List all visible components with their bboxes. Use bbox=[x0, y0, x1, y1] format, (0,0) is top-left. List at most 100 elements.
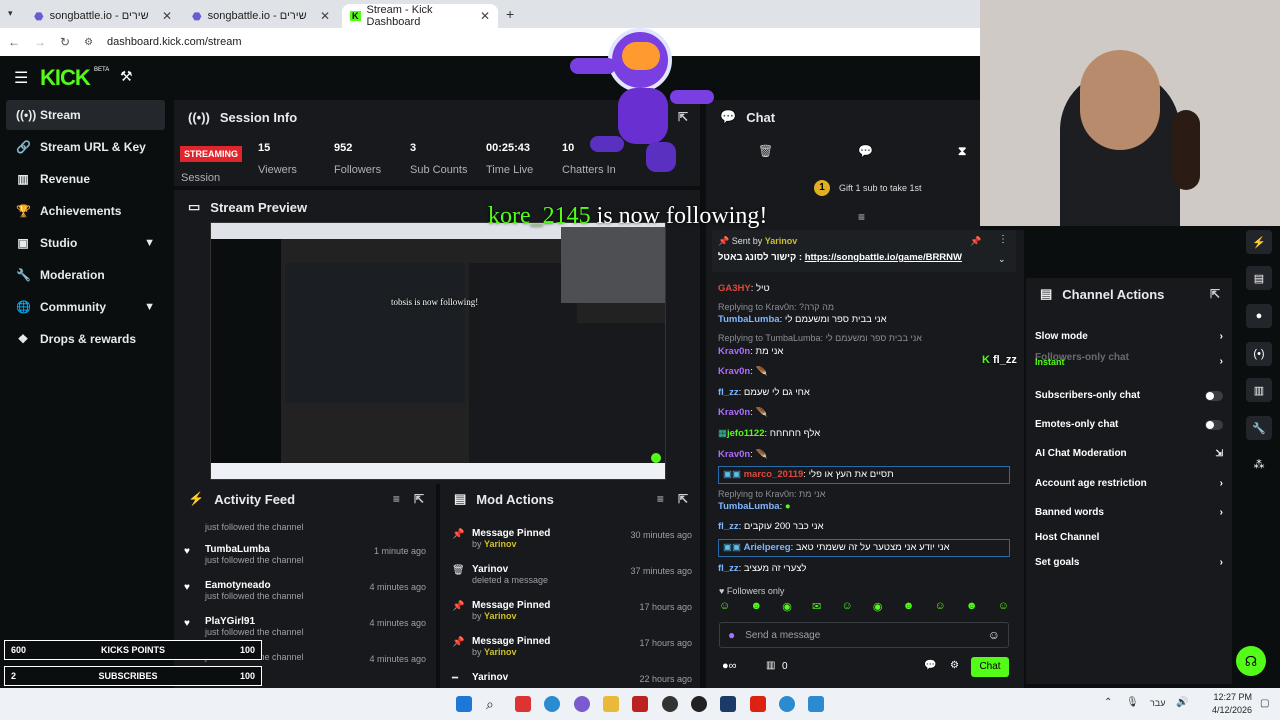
url-field[interactable]: dashboard.kick.com/stream bbox=[107, 36, 242, 48]
document-icon[interactable]: ▤ bbox=[1246, 266, 1272, 290]
gear-icon[interactable]: ⚙ bbox=[950, 660, 959, 671]
steam-icon[interactable] bbox=[720, 696, 736, 712]
emote-icon[interactable]: ☻ bbox=[903, 600, 915, 616]
chat-user[interactable]: TumbaLumba bbox=[718, 314, 780, 325]
chrome-icon[interactable] bbox=[779, 696, 795, 712]
search-icon[interactable]: ⌕ bbox=[486, 696, 494, 713]
more-icon[interactable]: ⋮ bbox=[998, 234, 1008, 245]
app-icon[interactable] bbox=[515, 696, 531, 712]
sidebar-item-achievements[interactable]: 🏆 Achievements bbox=[6, 196, 165, 226]
mic-icon[interactable]: 🎙 bbox=[1126, 697, 1139, 708]
filter-icon[interactable]: ≡ bbox=[657, 492, 664, 506]
chat-send-button[interactable]: Chat bbox=[971, 657, 1009, 677]
chat-user[interactable]: marco_20119 bbox=[744, 469, 804, 480]
new-tab-icon[interactable]: + bbox=[506, 6, 514, 22]
emote-icon[interactable]: ◉ bbox=[873, 600, 883, 616]
filter-icon[interactable]: ≡ bbox=[393, 492, 400, 506]
clock-time[interactable]: 12:27 PM bbox=[1212, 692, 1252, 702]
chat-user[interactable]: jefo1122 bbox=[727, 428, 765, 439]
lightning-icon[interactable]: ⚡ bbox=[1246, 230, 1272, 254]
sidebar-item-drops[interactable]: ❖ Drops & rewards bbox=[6, 324, 165, 354]
sidebar-item-studio[interactable]: ▣ Studio ▼ bbox=[6, 228, 165, 258]
sidebar-item-revenue[interactable]: ▥ Revenue bbox=[6, 164, 165, 194]
popout-icon[interactable]: ⇱ bbox=[414, 492, 424, 506]
kick-logo[interactable]: KICK bbox=[40, 65, 91, 91]
clock-date[interactable]: 4/12/2026 bbox=[1206, 705, 1252, 715]
browser-tab[interactable]: ⬣ songbattle.io - שירים ✕ bbox=[26, 4, 180, 28]
chat-bubble-icon[interactable]: 💬 bbox=[924, 660, 936, 671]
tray-chevron-icon[interactable]: ⌃ bbox=[1104, 697, 1112, 708]
notification-icon[interactable]: ▢ bbox=[1260, 698, 1269, 709]
emote-icon[interactable]: ◉ bbox=[782, 600, 792, 616]
volume-icon[interactable]: 🔊 bbox=[1176, 697, 1188, 708]
emote-icon[interactable]: ☺ bbox=[841, 600, 852, 616]
emoji-icon[interactable]: ☺ bbox=[988, 628, 1000, 642]
reload-icon[interactable]: ↻ bbox=[60, 35, 70, 49]
trash-icon[interactable]: 🗑 bbox=[758, 144, 773, 158]
mic-icon[interactable]: ● bbox=[728, 628, 735, 642]
stream-preview-video[interactable]: tobsis is now following! bbox=[210, 222, 666, 480]
hammer-icon[interactable]: ⚒ bbox=[120, 68, 133, 85]
discord-icon[interactable] bbox=[574, 696, 590, 712]
pinned-link[interactable]: https://songbattle.io/game/BRRNW bbox=[805, 252, 962, 263]
chat-user[interactable]: TumbaLumba bbox=[718, 501, 780, 512]
menu-icon[interactable]: ☰ bbox=[14, 68, 28, 88]
site-info-icon[interactable]: ⚙ bbox=[84, 37, 93, 48]
users-icon[interactable]: ⁂ bbox=[1246, 452, 1272, 476]
wrench-icon[interactable]: 🔧 bbox=[1246, 416, 1272, 440]
toggle-switch[interactable] bbox=[1205, 419, 1223, 430]
folder-icon[interactable] bbox=[603, 696, 619, 712]
sidebar-item-stream-url[interactable]: 🔗 Stream URL & Key bbox=[6, 132, 165, 162]
points-icon[interactable]: ●∞ bbox=[722, 660, 737, 672]
chrome-icon[interactable] bbox=[544, 696, 560, 712]
unpin-icon[interactable]: 📌 bbox=[970, 236, 981, 247]
close-icon[interactable]: ✕ bbox=[320, 9, 330, 23]
windows-start-icon[interactable] bbox=[456, 696, 472, 712]
obs-icon[interactable] bbox=[691, 696, 707, 712]
back-icon[interactable]: ← bbox=[8, 35, 20, 49]
close-icon[interactable]: ✕ bbox=[480, 9, 490, 23]
chat-bubble-icon[interactable]: 💬 bbox=[858, 144, 873, 158]
action-slow-mode[interactable]: Slow mode › bbox=[1035, 331, 1223, 342]
chat-user[interactable]: fl_zz bbox=[718, 387, 739, 398]
chat-user[interactable]: fl_zz bbox=[718, 563, 739, 574]
mod-user[interactable]: Yarinov bbox=[484, 647, 517, 657]
broadcast-icon[interactable]: (•) bbox=[1246, 342, 1272, 366]
app-icon[interactable] bbox=[662, 696, 678, 712]
chat-input[interactable]: ● Send a message ☺ bbox=[719, 622, 1009, 648]
toggle-switch[interactable] bbox=[1205, 390, 1223, 401]
support-icon[interactable]: ☊ bbox=[1236, 646, 1266, 676]
language-indicator[interactable]: עבר bbox=[1150, 698, 1165, 708]
browser-tab-active[interactable]: K Stream - Kick Dashboard ✕ bbox=[342, 4, 498, 28]
sent-by-user[interactable]: Yarinov bbox=[765, 236, 798, 246]
popout-icon[interactable]: ⇱ bbox=[678, 492, 688, 506]
action-account-age[interactable]: Account age restriction › bbox=[1035, 478, 1223, 489]
action-set-goals[interactable]: Set goals › bbox=[1035, 557, 1223, 568]
chat-user[interactable]: Krav0n bbox=[718, 366, 750, 377]
emote-icon[interactable]: ☻ bbox=[750, 600, 762, 616]
chat-user[interactable]: Krav0n bbox=[718, 346, 750, 357]
sidebar-item-stream[interactable]: ((•)) Stream bbox=[6, 100, 165, 130]
emote-icon[interactable]: ☻ bbox=[966, 600, 978, 616]
chat-bubble-icon[interactable]: ● bbox=[1246, 304, 1272, 328]
mod-user[interactable]: Yarinov bbox=[484, 539, 517, 549]
browser-tab[interactable]: ⬣ songbattle.io - שירים ✕ bbox=[184, 4, 338, 28]
app-icon[interactable] bbox=[750, 696, 766, 712]
chat-user[interactable]: Arielpereg bbox=[744, 542, 791, 553]
notepad-icon[interactable] bbox=[808, 696, 824, 712]
chat-user[interactable]: Krav0n bbox=[718, 449, 750, 460]
action-host-channel[interactable]: Host Channel bbox=[1035, 532, 1223, 543]
popout-icon[interactable]: ⇱ bbox=[1210, 287, 1220, 301]
emote-icon[interactable]: ☺ bbox=[934, 600, 945, 616]
chat-user[interactable]: fl_zz bbox=[718, 521, 739, 532]
filter-icon[interactable]: ≡ bbox=[858, 210, 865, 224]
layout-icon[interactable]: ▥ bbox=[1246, 378, 1272, 402]
gift-sub-button[interactable]: Gift 1 sub to take 1st bbox=[839, 183, 922, 193]
action-emotes-only[interactable]: Emotes-only chat bbox=[1035, 419, 1223, 430]
action-banned-words[interactable]: Banned words › bbox=[1035, 507, 1223, 518]
app-icon[interactable] bbox=[632, 696, 648, 712]
tab-search-icon[interactable]: ▾ bbox=[8, 8, 13, 19]
emote-icon[interactable]: ✉ bbox=[812, 600, 821, 616]
close-icon[interactable]: ✕ bbox=[162, 9, 172, 23]
sidebar-item-moderation[interactable]: 🔧 Moderation bbox=[6, 260, 165, 290]
